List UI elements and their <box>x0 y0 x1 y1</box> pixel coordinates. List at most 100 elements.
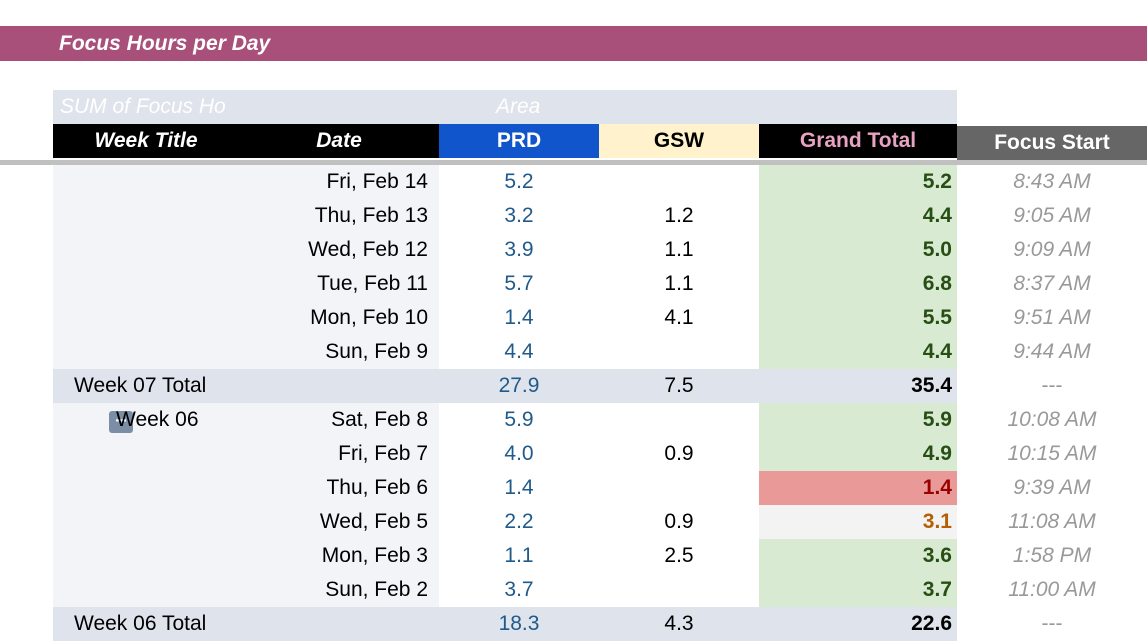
header-week-title[interactable]: Week Title <box>53 124 239 158</box>
date-cell[interactable] <box>239 607 439 641</box>
date-cell[interactable] <box>239 369 439 403</box>
focus-start-cell[interactable]: 10:08 AM <box>957 403 1147 437</box>
week-title-cell[interactable] <box>53 199 239 233</box>
week-group-label: Week 06 <box>116 408 199 431</box>
focus-start-cell[interactable]: 1:58 PM <box>957 539 1147 573</box>
date-cell[interactable]: Sun, Feb 2 <box>239 573 439 607</box>
focus-start-cell[interactable]: --- <box>957 607 1147 641</box>
date-cell[interactable]: Tue, Feb 11 <box>239 267 439 301</box>
gsw-cell[interactable] <box>599 471 759 505</box>
gsw-cell[interactable]: 4.3 <box>599 607 759 641</box>
gsw-cell[interactable]: 1.1 <box>599 267 759 301</box>
date-cell[interactable]: Wed, Feb 5 <box>239 505 439 539</box>
gsw-cell[interactable]: 1.2 <box>599 199 759 233</box>
focus-start-cell[interactable]: 8:43 AM <box>957 165 1147 199</box>
gsw-cell[interactable] <box>599 403 759 437</box>
week-title-cell[interactable]: − Week 06 <box>53 403 239 437</box>
gsw-cell[interactable]: 4.1 <box>599 301 759 335</box>
week-title-cell[interactable] <box>53 267 239 301</box>
table-row: Sun, Feb 9 4.4 4.4 9:44 AM <box>0 335 1147 369</box>
focus-start-cell[interactable]: 9:05 AM <box>957 199 1147 233</box>
focus-start-cell[interactable]: 10:15 AM <box>957 437 1147 471</box>
date-cell[interactable]: Sun, Feb 9 <box>239 335 439 369</box>
header-focus-start[interactable]: Focus Start <box>957 126 1147 160</box>
grand-total-cell[interactable]: 5.0 <box>759 233 957 267</box>
prd-cell[interactable]: 5.7 <box>439 267 599 301</box>
grand-total-cell[interactable]: 3.1 <box>759 505 957 539</box>
focus-start-cell[interactable]: 9:51 AM <box>957 301 1147 335</box>
table-row: Tue, Feb 11 5.7 1.1 6.8 8:37 AM <box>0 267 1147 301</box>
grand-total-cell[interactable]: 5.2 <box>759 165 957 199</box>
prd-cell[interactable]: 1.1 <box>439 539 599 573</box>
week-title-cell[interactable] <box>53 437 239 471</box>
grand-total-cell[interactable]: 22.6 <box>759 607 957 641</box>
week-title-cell[interactable] <box>53 539 239 573</box>
focus-start-cell[interactable]: --- <box>957 369 1147 403</box>
grand-total-cell[interactable]: 6.8 <box>759 267 957 301</box>
grand-total-cell[interactable]: 35.4 <box>759 369 957 403</box>
focus-start-cell[interactable]: 11:08 AM <box>957 505 1147 539</box>
prd-cell[interactable]: 18.3 <box>439 607 599 641</box>
week-title-cell[interactable]: Week 06 Total <box>53 607 239 641</box>
week-title-cell[interactable] <box>53 165 239 199</box>
focus-start-cell[interactable]: 9:39 AM <box>957 471 1147 505</box>
prd-cell[interactable]: 3.7 <box>439 573 599 607</box>
pivot-columns-label[interactable]: Area <box>496 95 540 119</box>
header-date[interactable]: Date <box>239 124 439 158</box>
focus-start-cell[interactable]: 9:44 AM <box>957 335 1147 369</box>
date-cell[interactable]: Thu, Feb 6 <box>239 471 439 505</box>
prd-cell[interactable]: 1.4 <box>439 471 599 505</box>
week-title-cell[interactable] <box>53 471 239 505</box>
date-cell[interactable]: Sat, Feb 8 <box>239 403 439 437</box>
pivot-values-label[interactable]: SUM of Focus Ho <box>60 95 226 119</box>
prd-cell[interactable]: 1.4 <box>439 301 599 335</box>
date-cell[interactable]: Fri, Feb 7 <box>239 437 439 471</box>
week-title-cell[interactable]: Week 07 Total <box>53 369 239 403</box>
date-cell[interactable]: Thu, Feb 13 <box>239 199 439 233</box>
grand-total-cell[interactable]: 4.9 <box>759 437 957 471</box>
prd-cell[interactable]: 2.2 <box>439 505 599 539</box>
grand-total-cell[interactable]: 1.4 <box>759 471 957 505</box>
grand-total-cell[interactable]: 3.6 <box>759 539 957 573</box>
week-title-cell[interactable] <box>53 301 239 335</box>
date-cell[interactable]: Mon, Feb 10 <box>239 301 439 335</box>
focus-start-cell[interactable]: 8:37 AM <box>957 267 1147 301</box>
grand-total-cell[interactable]: 5.9 <box>759 403 957 437</box>
gsw-cell[interactable]: 1.1 <box>599 233 759 267</box>
gsw-cell[interactable] <box>599 573 759 607</box>
gsw-cell[interactable]: 2.5 <box>599 539 759 573</box>
prd-cell[interactable]: 27.9 <box>439 369 599 403</box>
table-row: Mon, Feb 3 1.1 2.5 3.6 1:58 PM <box>0 539 1147 573</box>
grand-total-cell[interactable]: 5.5 <box>759 301 957 335</box>
focus-start-cell[interactable]: 9:09 AM <box>957 233 1147 267</box>
prd-cell[interactable]: 4.0 <box>439 437 599 471</box>
week-title-cell[interactable] <box>53 233 239 267</box>
prd-cell[interactable]: 5.9 <box>439 403 599 437</box>
gsw-cell[interactable]: 7.5 <box>599 369 759 403</box>
week-title-cell[interactable] <box>53 505 239 539</box>
date-cell[interactable]: Fri, Feb 14 <box>239 165 439 199</box>
header-gsw[interactable]: GSW <box>599 124 759 158</box>
gsw-cell[interactable] <box>599 335 759 369</box>
prd-cell[interactable]: 5.2 <box>439 165 599 199</box>
prd-cell[interactable]: 3.2 <box>439 199 599 233</box>
header-prd[interactable]: PRD <box>439 124 599 158</box>
date-cell[interactable]: Wed, Feb 12 <box>239 233 439 267</box>
grand-total-cell[interactable]: 3.7 <box>759 573 957 607</box>
sheet-banner: Focus Hours per Day <box>0 26 1147 61</box>
prd-cell[interactable]: 4.4 <box>439 335 599 369</box>
gsw-cell[interactable]: 0.9 <box>599 505 759 539</box>
week-title-cell[interactable] <box>53 335 239 369</box>
date-cell[interactable]: Mon, Feb 3 <box>239 539 439 573</box>
gsw-cell[interactable]: 0.9 <box>599 437 759 471</box>
prd-cell[interactable]: 3.9 <box>439 233 599 267</box>
table-row: Fri, Feb 7 4.0 0.9 4.9 10:15 AM <box>0 437 1147 471</box>
table-row: Fri, Feb 14 5.2 5.2 8:43 AM <box>0 165 1147 199</box>
week-title-cell[interactable] <box>53 573 239 607</box>
focus-start-cell[interactable]: 11:00 AM <box>957 573 1147 607</box>
grand-total-cell[interactable]: 4.4 <box>759 199 957 233</box>
grand-total-cell[interactable]: 4.4 <box>759 335 957 369</box>
gsw-cell[interactable] <box>599 165 759 199</box>
table-total-row: Week 06 Total 18.3 4.3 22.6 --- <box>0 607 1147 641</box>
header-grand-total[interactable]: Grand Total <box>759 124 957 158</box>
